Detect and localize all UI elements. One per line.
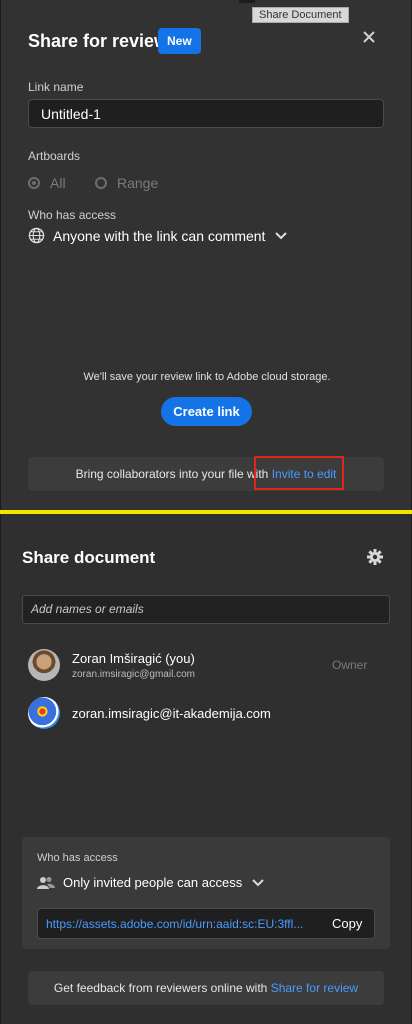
feedback-banner: Get feedback from reviewers online with … bbox=[28, 971, 384, 1005]
panel-title: Share for review bbox=[28, 31, 169, 51]
share-for-review-link[interactable]: Share for review bbox=[271, 981, 358, 995]
link-name-label: Link name bbox=[28, 80, 84, 94]
globe-icon bbox=[28, 227, 45, 244]
share-document-panel: Share document Add names or emails Zoran… bbox=[0, 514, 412, 1024]
share-url-field[interactable]: https://assets.adobe.com/id/urn:aaid:sc:… bbox=[37, 908, 375, 939]
access-value: Anyone with the link can comment bbox=[53, 227, 266, 244]
share-url[interactable]: https://assets.adobe.com/id/urn:aaid:sc:… bbox=[46, 917, 311, 931]
artboards-range-radio[interactable]: Range bbox=[95, 175, 158, 191]
access-dropdown[interactable]: Anyone with the link can comment bbox=[28, 227, 295, 244]
radio-unselected-icon bbox=[95, 177, 107, 189]
avatar bbox=[28, 697, 60, 729]
chevron-down-icon bbox=[275, 231, 288, 239]
panel-notch bbox=[239, 0, 255, 3]
share-document-title: Share document bbox=[22, 548, 156, 567]
who-has-access-label: Who has access bbox=[37, 852, 118, 864]
chevron-down-icon bbox=[252, 878, 264, 886]
new-badge: New bbox=[158, 28, 201, 54]
owner-role: Owner bbox=[332, 658, 368, 672]
avatar bbox=[28, 649, 60, 681]
gear-icon[interactable] bbox=[367, 549, 383, 570]
people-icon bbox=[37, 876, 55, 889]
save-note: We'll save your review link to Adobe clo… bbox=[83, 371, 331, 383]
collaborator-email: zoran.imsiragic@gmail.com bbox=[72, 668, 195, 680]
collaborator-row: zoran.imsiragic@it-akademija.com bbox=[28, 697, 271, 729]
radio-selected-icon bbox=[28, 177, 40, 189]
radio-label: Range bbox=[117, 175, 159, 191]
create-link-button[interactable]: Create link bbox=[161, 397, 252, 426]
access-value: Only invited people can access bbox=[63, 875, 243, 890]
artboards-label: Artboards bbox=[28, 149, 81, 163]
add-names-input[interactable]: Add names or emails bbox=[22, 595, 390, 624]
collaborator-name: Zoran Imširagić (you) bbox=[72, 650, 195, 666]
radio-label: All bbox=[50, 175, 66, 191]
collaborator-row: Zoran Imširagić (you) zoran.imsiragic@gm… bbox=[28, 649, 195, 681]
collab-text: Bring collaborators into your file with bbox=[75, 467, 269, 481]
who-has-access-label: Who has access bbox=[28, 208, 117, 222]
share-for-review-panel: Share Document Share for review New Link… bbox=[0, 0, 412, 511]
highlight-box bbox=[254, 456, 344, 490]
tooltip: Share Document bbox=[252, 7, 349, 23]
access-dropdown[interactable]: Only invited people can access bbox=[37, 875, 264, 890]
link-name-input[interactable]: Untitled-1 bbox=[28, 99, 384, 128]
copy-button[interactable]: Copy bbox=[332, 916, 362, 931]
artboards-all-radio[interactable]: All bbox=[28, 175, 66, 191]
collaborator-name: zoran.imsiragic@it-akademija.com bbox=[72, 705, 271, 721]
access-panel: Who has access Only invited people can a… bbox=[22, 837, 390, 949]
feedback-text: Get feedback from reviewers online with bbox=[53, 981, 268, 995]
close-icon[interactable] bbox=[359, 27, 379, 47]
